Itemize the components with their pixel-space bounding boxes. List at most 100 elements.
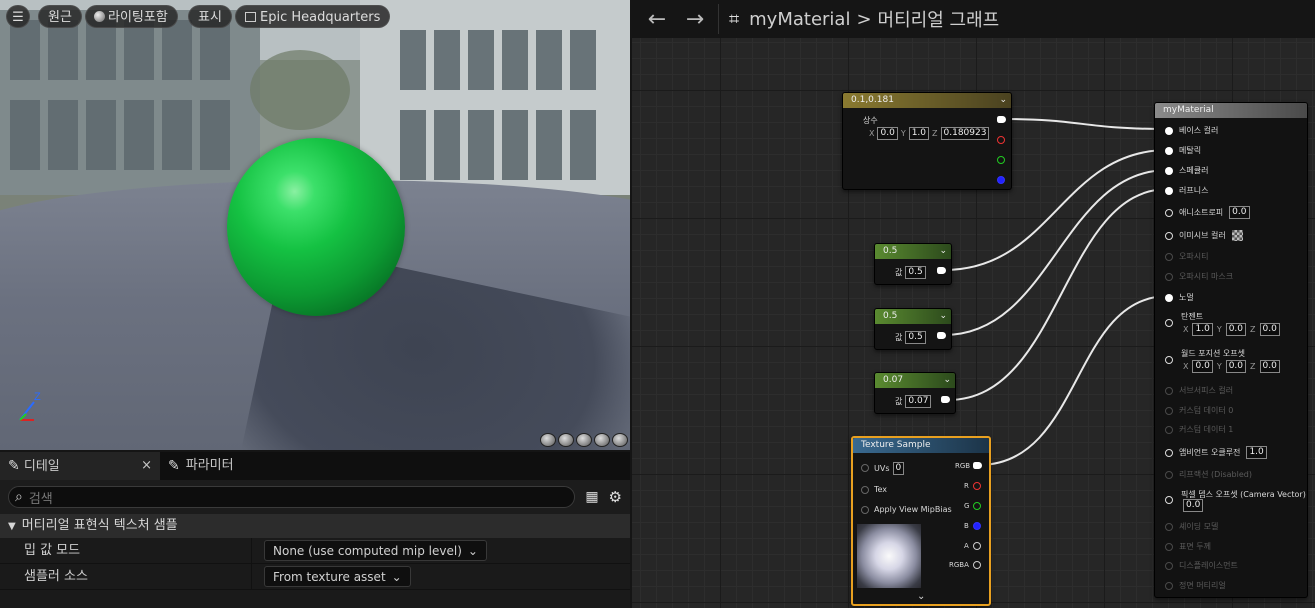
output-pin-g[interactable]: [997, 156, 1005, 164]
pin-opacity-mask[interactable]: 오파시티 마스크: [1165, 271, 1233, 282]
input-pin[interactable]: [1165, 166, 1173, 175]
show-button[interactable]: 표시: [188, 5, 232, 28]
pin-pdo[interactable]: [1165, 496, 1173, 504]
input-pin[interactable]: [1165, 186, 1173, 195]
input-pin[interactable]: [1165, 425, 1173, 434]
chevron-down-icon[interactable]: ⌄: [917, 591, 925, 602]
input-pin[interactable]: [1165, 386, 1173, 395]
anisotropy-field[interactable]: 0.0: [1229, 206, 1250, 219]
pin-normal[interactable]: 노멀: [1165, 292, 1194, 303]
chevron-down-icon[interactable]: ⌄: [943, 373, 951, 388]
wpo-x-field[interactable]: 0.0: [1192, 360, 1213, 373]
pin-metallic[interactable]: 메탈릭: [1165, 145, 1201, 156]
input-pin[interactable]: [1165, 406, 1173, 415]
pin-ao[interactable]: 앰비언트 오클루전 1.0: [1165, 446, 1267, 459]
texture-sample-node[interactable]: Texture Sample UVs 0 Tex Apply View MipBi…: [851, 436, 991, 606]
output-pin[interactable]: [937, 332, 946, 339]
output-pin-r[interactable]: [973, 482, 981, 490]
input-pin-mipbias[interactable]: [861, 506, 869, 514]
pin-shading-model[interactable]: 셰이딩 모델: [1165, 521, 1218, 532]
output-pin-rgb[interactable]: [973, 462, 982, 469]
input-pin[interactable]: [1165, 448, 1173, 457]
pin-refraction[interactable]: 리프랙션 (Disabled): [1165, 469, 1252, 480]
input-pin[interactable]: [1165, 581, 1173, 590]
pin-front-material[interactable]: 정면 머티리얼: [1165, 580, 1226, 591]
input-pin[interactable]: [1165, 293, 1173, 302]
pin-tangent[interactable]: [1165, 319, 1173, 327]
wpo-y-field[interactable]: 0.0: [1225, 360, 1247, 373]
tangent-x-field[interactable]: 1.0: [1192, 323, 1213, 336]
pin-wpo[interactable]: [1165, 356, 1173, 364]
material-result-node[interactable]: myMaterial 베이스 컬러 메탈릭 스페큘러 러프니스 애니소트로피 0.…: [1154, 102, 1308, 598]
tab-details[interactable]: ✎ 디테일 ×: [0, 452, 160, 480]
output-pin-b[interactable]: [997, 176, 1005, 184]
input-pin[interactable]: [1165, 522, 1173, 531]
input-pin-tex[interactable]: [861, 486, 869, 494]
input-pin[interactable]: [1165, 542, 1173, 551]
input-pin[interactable]: [1165, 356, 1173, 364]
wpo-z-field[interactable]: 0.0: [1259, 360, 1280, 373]
output-pin[interactable]: [937, 267, 946, 274]
value-field[interactable]: 0.5: [905, 331, 926, 344]
input-pin[interactable]: [1165, 496, 1173, 504]
plane-icon[interactable]: [576, 433, 592, 447]
level-viewport[interactable]: ☰ 원근 라이팅포함 표시 Epic Headquarters Z: [0, 0, 630, 450]
mip-value-mode-dropdown[interactable]: None (use computed mip level) ⌄: [264, 540, 487, 561]
close-icon[interactable]: ×: [141, 452, 152, 480]
pin-base-color[interactable]: 베이스 컬러: [1165, 125, 1218, 136]
constant-node[interactable]: 0.5 ⌄ 값 0.5: [874, 308, 952, 350]
output-pin-g[interactable]: [973, 502, 981, 510]
input-pin[interactable]: [1165, 126, 1173, 135]
y-field[interactable]: 1.0: [908, 127, 930, 140]
pin-roughness[interactable]: 러프니스: [1165, 185, 1208, 196]
constant3-node[interactable]: 0.1,0.181 ⌄ 상수 X 0.0 Y 1.0 Z 0.180923: [842, 92, 1012, 190]
input-pin[interactable]: [1165, 561, 1173, 570]
output-pin-b[interactable]: [973, 522, 981, 530]
tangent-y-field[interactable]: 0.0: [1225, 323, 1247, 336]
value-field[interactable]: 0.07: [905, 395, 932, 408]
pdo-field[interactable]: 0.0: [1183, 499, 1204, 512]
pin-displacement[interactable]: 디스플레이스먼트: [1165, 560, 1238, 571]
input-pin[interactable]: [1165, 231, 1173, 240]
value-field[interactable]: 0.5: [905, 266, 926, 279]
chevron-down-icon[interactable]: ⌄: [939, 244, 947, 259]
z-field[interactable]: 0.180923: [940, 127, 990, 140]
input-pin-uvs[interactable]: [861, 464, 869, 472]
input-pin[interactable]: [1165, 146, 1173, 155]
input-pin[interactable]: [1165, 272, 1173, 281]
output-pin-rgba[interactable]: [973, 561, 981, 569]
lighting-button[interactable]: 라이팅포함: [85, 5, 178, 28]
checker-swatch-icon[interactable]: [1231, 230, 1243, 241]
level-button[interactable]: Epic Headquarters: [235, 5, 391, 28]
table-view-icon[interactable]: ▦: [585, 489, 598, 505]
gear-icon[interactable]: ⚙: [609, 488, 622, 506]
perspective-button[interactable]: 원근: [38, 5, 82, 28]
input-pin[interactable]: [1165, 470, 1173, 479]
output-pin-a[interactable]: [973, 542, 981, 550]
material-graph[interactable]: ← → ⌗ myMaterial > 머티리얼 그래프 0.1,0.181 ⌄ …: [632, 0, 1315, 608]
pin-anisotropy[interactable]: 애니소트로피 0.0: [1165, 206, 1250, 219]
pin-specular[interactable]: 스페큘러: [1165, 165, 1208, 176]
cylinder-icon[interactable]: [540, 433, 556, 447]
chevron-down-icon[interactable]: ⌄: [939, 309, 947, 324]
uvs-field[interactable]: 0: [892, 462, 905, 475]
pin-custom1[interactable]: 커스텀 데이터 1: [1165, 424, 1233, 435]
pin-surface-thickness[interactable]: 표면 두께: [1165, 541, 1211, 552]
cube-icon[interactable]: [594, 433, 610, 447]
input-pin[interactable]: [1165, 319, 1173, 327]
tangent-z-field[interactable]: 0.0: [1259, 323, 1280, 336]
constant-node[interactable]: 0.5 ⌄ 값 0.5: [874, 243, 952, 285]
tab-parameters[interactable]: ✎ 파라미터: [160, 452, 242, 480]
pin-opacity[interactable]: 오파시티: [1165, 251, 1208, 262]
output-pin[interactable]: [941, 396, 950, 403]
output-pin-r[interactable]: [997, 136, 1005, 144]
input-pin[interactable]: [1165, 208, 1173, 217]
x-field[interactable]: 0.0: [877, 127, 898, 140]
viewport-menu-button[interactable]: ☰: [6, 5, 30, 28]
constant-node[interactable]: 0.07 ⌄ 값 0.07: [874, 372, 956, 414]
ao-field[interactable]: 1.0: [1246, 446, 1267, 459]
pin-emissive[interactable]: 이미시브 컬러: [1165, 230, 1243, 241]
pin-subsurface[interactable]: 서브서피스 컬러: [1165, 385, 1233, 396]
sphere-icon[interactable]: [558, 433, 574, 447]
section-header[interactable]: ▼ 머티리얼 표현식 텍스처 샘플: [0, 514, 630, 538]
